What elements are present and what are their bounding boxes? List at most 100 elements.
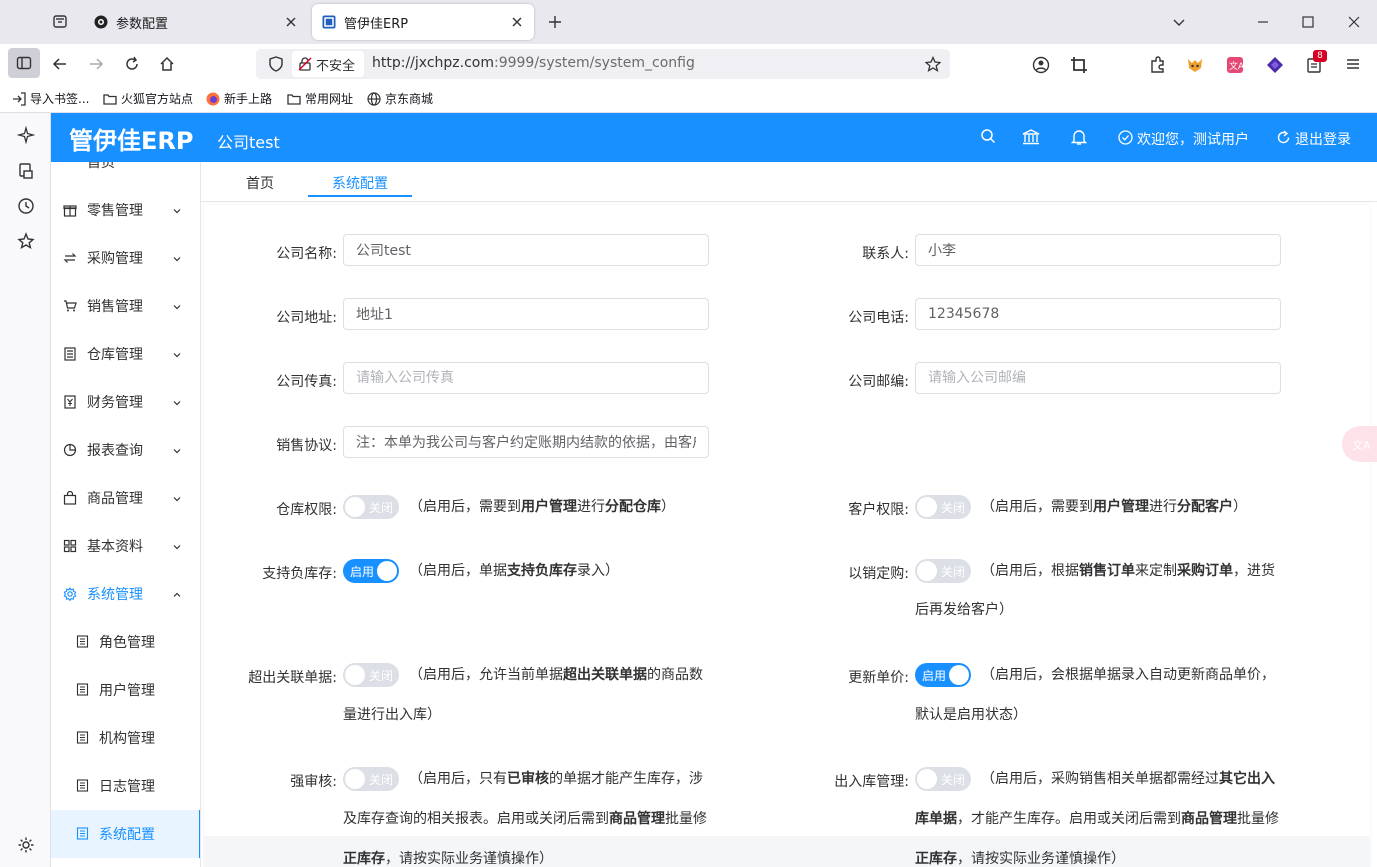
sidebar-item-label: 销售管理 [87,299,143,315]
sidebar-subitem-users[interactable]: 用户管理 [51,666,200,714]
bookmark-getting-started[interactable]: 新手上路 [206,90,272,107]
sidebar-item-goods[interactable]: 商品管理 [51,474,200,522]
sidebar-item-purchase[interactable]: 采购管理 [51,234,200,282]
sidebar-item-label: 系统配置 [99,827,155,843]
bookmark-label: 导入书签... [30,92,90,106]
browser-tab-title: 参数配置 [116,16,169,32]
tab-list-icon[interactable] [52,13,68,29]
settings-icon[interactable] [17,836,35,854]
logout-button[interactable]: 退出登录 [1295,129,1351,149]
tab-home[interactable]: 首页 [246,173,274,193]
forward-icon[interactable] [88,56,104,72]
bookmarks-star-icon[interactable] [17,232,35,250]
shield-icon[interactable] [268,56,284,72]
negative-stock-label: 支持负库存: [262,566,337,582]
url-bar[interactable]: 不安全 http://jxchpz.com:9999/system/system… [256,49,950,79]
layers-extension-icon[interactable] [1266,56,1284,74]
gear-icon [63,587,77,601]
company-name-input[interactable] [343,234,709,266]
warehouse-perm-label: 仓库权限: [276,502,337,518]
sidebar-item-label: 用户管理 [99,683,155,699]
warehouse-perm-switch[interactable]: 关闭 [343,495,399,519]
translate-float-button[interactable]: 文A [1342,426,1377,462]
reload-icon[interactable] [124,56,140,72]
address-input[interactable] [343,298,709,330]
grid-icon [63,539,77,553]
sidebar-item-finance[interactable]: 财务管理 [51,378,200,426]
extensions-icon[interactable] [1149,56,1167,74]
sidebar-item-home[interactable]: 首页 [51,162,200,186]
history-icon[interactable] [17,197,35,215]
bookmark-firefox-site[interactable]: 火狐官方站点 [103,90,193,107]
check-circle-icon [1118,130,1133,145]
sidebar-item-label: 首页 [87,162,115,171]
phone-input[interactable] [915,298,1281,330]
sidebar-item-retail[interactable]: 零售管理 [51,186,200,234]
sidebar-item-sales[interactable]: 销售管理 [51,282,200,330]
switch-state: 关闭 [369,501,394,515]
customer-perm-switch[interactable]: 关闭 [915,495,971,519]
sidebar-subitem-roles[interactable]: 角色管理 [51,618,200,666]
update-price-switch[interactable]: 启用 [915,663,971,687]
synced-tabs-icon[interactable] [17,162,35,180]
sale-to-purchase-switch[interactable]: 关闭 [915,559,971,583]
bookmark-common-sites[interactable]: 常用网址 [287,90,353,107]
welcome-user[interactable]: 欢迎您，测试用户 [1137,129,1249,149]
home-icon[interactable] [159,56,175,72]
bookmark-import[interactable]: 导入书签... [12,90,89,107]
sidebar-item-basic-data[interactable]: 基本资料 [51,522,200,570]
sidebar-subitem-logs[interactable]: 日志管理 [51,762,200,810]
camera-icon [94,15,108,29]
switch-knob [949,665,969,685]
switch-state: 启用 [350,565,375,579]
url-text[interactable]: http://jxchpz.com:9999/system/system_con… [372,55,695,71]
inout-manage-label: 出入库管理: [834,774,909,790]
notes-extension-icon[interactable]: 8 [1306,50,1327,74]
app-logo[interactable]: 管伊佳ERP [69,121,193,156]
menu-icon[interactable] [1345,56,1361,72]
close-icon[interactable] [284,15,298,29]
sidebar-subitem-orgs[interactable]: 机构管理 [51,714,200,762]
browser-tab-bar: 参数配置 管伊佳ERP [0,0,1377,44]
sidebar-subitem-config[interactable]: 系统配置 [51,810,200,858]
sidebar-item-reports[interactable]: 报表查询 [51,426,200,474]
sale-to-purchase-hint-line2: 后再发给客户） [915,602,1013,618]
chevron-down-icon[interactable] [1171,14,1187,30]
negative-stock-hint: （启用后，单据支持负库存录入） [409,563,619,579]
back-icon[interactable] [52,56,68,72]
window-close-icon[interactable] [1346,14,1362,30]
switch-state: 关闭 [369,773,394,787]
chevron-down-icon [172,206,182,216]
sidebar-item-system[interactable]: 系统管理 [51,570,200,618]
bookmark-star-icon[interactable] [925,56,941,72]
bookmark-jd[interactable]: 京东商城 [367,90,433,107]
account-icon[interactable] [1032,56,1050,74]
maximize-icon[interactable] [1300,14,1316,30]
contact-input[interactable] [915,234,1281,266]
close-icon[interactable] [510,15,524,29]
tab-system-config[interactable]: 系统配置 [332,173,388,193]
browser-tab-params[interactable]: 参数配置 [84,4,308,40]
crop-icon[interactable] [1070,56,1088,74]
sidebar-item-warehouse[interactable]: 仓库管理 [51,330,200,378]
chevron-down-icon [172,254,182,264]
fox-extension-icon[interactable] [1186,56,1204,74]
inout-manage-switch[interactable]: 关闭 [915,767,971,791]
bell-icon[interactable] [1071,128,1087,146]
document-icon [76,683,89,696]
fax-input[interactable] [343,362,709,394]
bank-icon[interactable] [1022,128,1040,146]
sales-agreement-input[interactable] [343,426,709,458]
browser-tab-erp[interactable]: 管伊佳ERP [312,4,534,40]
negative-stock-switch[interactable]: 启用 [343,559,399,583]
security-indicator[interactable]: 不安全 [292,51,364,77]
search-icon[interactable] [980,128,996,144]
new-tab-icon[interactable] [547,14,563,30]
ai-sparkle-icon[interactable] [17,126,35,144]
strict-audit-switch[interactable]: 关闭 [343,767,399,791]
minimize-icon[interactable] [1255,14,1271,30]
sidebar-toggle-button[interactable] [8,48,40,78]
zip-input[interactable] [915,362,1281,394]
translate-extension-icon[interactable]: 文A [1226,56,1244,74]
exceed-link-switch[interactable]: 关闭 [343,663,399,687]
